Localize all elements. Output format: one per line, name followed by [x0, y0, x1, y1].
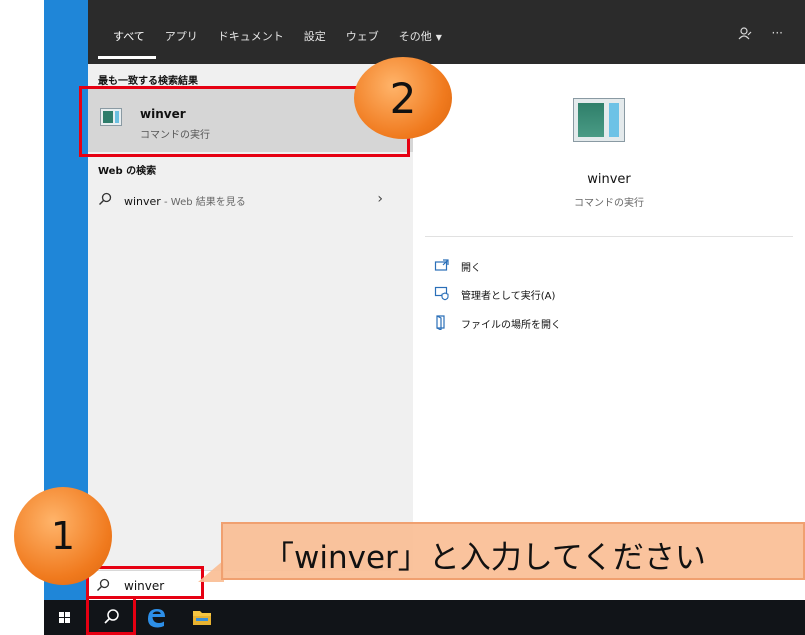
best-match-heading: 最も一致する検索結果 — [98, 76, 198, 87]
search-icon — [99, 192, 112, 205]
step-1-badge: 1 — [14, 487, 112, 585]
search-filter-bar: すべて アプリ ドキュメント 設定 ウェブ その他 ▼ ··· — [88, 0, 805, 64]
open-icon — [434, 259, 449, 271]
start-button[interactable] — [44, 600, 84, 635]
feedback-icon[interactable] — [738, 26, 752, 43]
chevron-right-icon[interactable]: › — [377, 191, 383, 207]
tab-more-label: その他 — [398, 30, 432, 43]
edge-icon — [148, 609, 165, 628]
preview-pane — [413, 64, 805, 600]
action-run-as-admin-label: 管理者として実行(A) — [461, 291, 556, 302]
preview-subtitle: コマンドの実行 — [574, 198, 644, 209]
folder-icon — [193, 611, 211, 625]
highlight-search-input — [86, 566, 204, 599]
more-options-button[interactable]: ··· — [772, 26, 783, 43]
active-tab-indicator — [98, 56, 156, 59]
tab-settings[interactable]: 設定 — [304, 28, 326, 44]
action-open-label: 開く — [461, 263, 481, 274]
instruction-callout: 「winver」と入力してください — [221, 522, 805, 580]
highlight-taskbar-search — [86, 598, 136, 635]
preview-title: winver — [587, 172, 631, 187]
winver-large-icon — [573, 98, 625, 142]
chevron-down-icon: ▼ — [435, 33, 442, 42]
tab-web[interactable]: ウェブ — [346, 28, 379, 44]
file-explorer-button[interactable] — [182, 600, 222, 635]
preview-divider — [425, 236, 793, 237]
web-search-suffix: - Web 結果を見る — [160, 197, 246, 208]
shield-admin-icon — [434, 286, 449, 301]
windows-logo-icon — [59, 612, 70, 623]
instruction-text: 「winver」と入力してください — [263, 540, 706, 576]
topbar-actions: ··· — [738, 26, 783, 43]
tab-more[interactable]: その他 ▼ — [399, 28, 442, 44]
web-search-heading: Web の検索 — [98, 166, 157, 177]
tab-apps[interactable]: アプリ — [165, 28, 198, 44]
web-search-query: winver — [124, 195, 161, 208]
web-search-result[interactable]: winver - Web 結果を見る › — [88, 188, 413, 214]
edge-browser-button[interactable] — [136, 600, 176, 635]
filter-tabs: すべて アプリ ドキュメント 設定 ウェブ その他 ▼ — [113, 28, 442, 44]
step-2-badge: 2 — [354, 57, 452, 139]
web-search-text: winver - Web 結果を見る — [124, 193, 246, 208]
tab-all[interactable]: すべて — [113, 28, 145, 44]
file-location-icon — [436, 315, 445, 330]
action-open-file-location-label: ファイルの場所を開く — [461, 320, 561, 331]
taskbar — [44, 600, 805, 635]
tab-documents[interactable]: ドキュメント — [218, 28, 284, 44]
